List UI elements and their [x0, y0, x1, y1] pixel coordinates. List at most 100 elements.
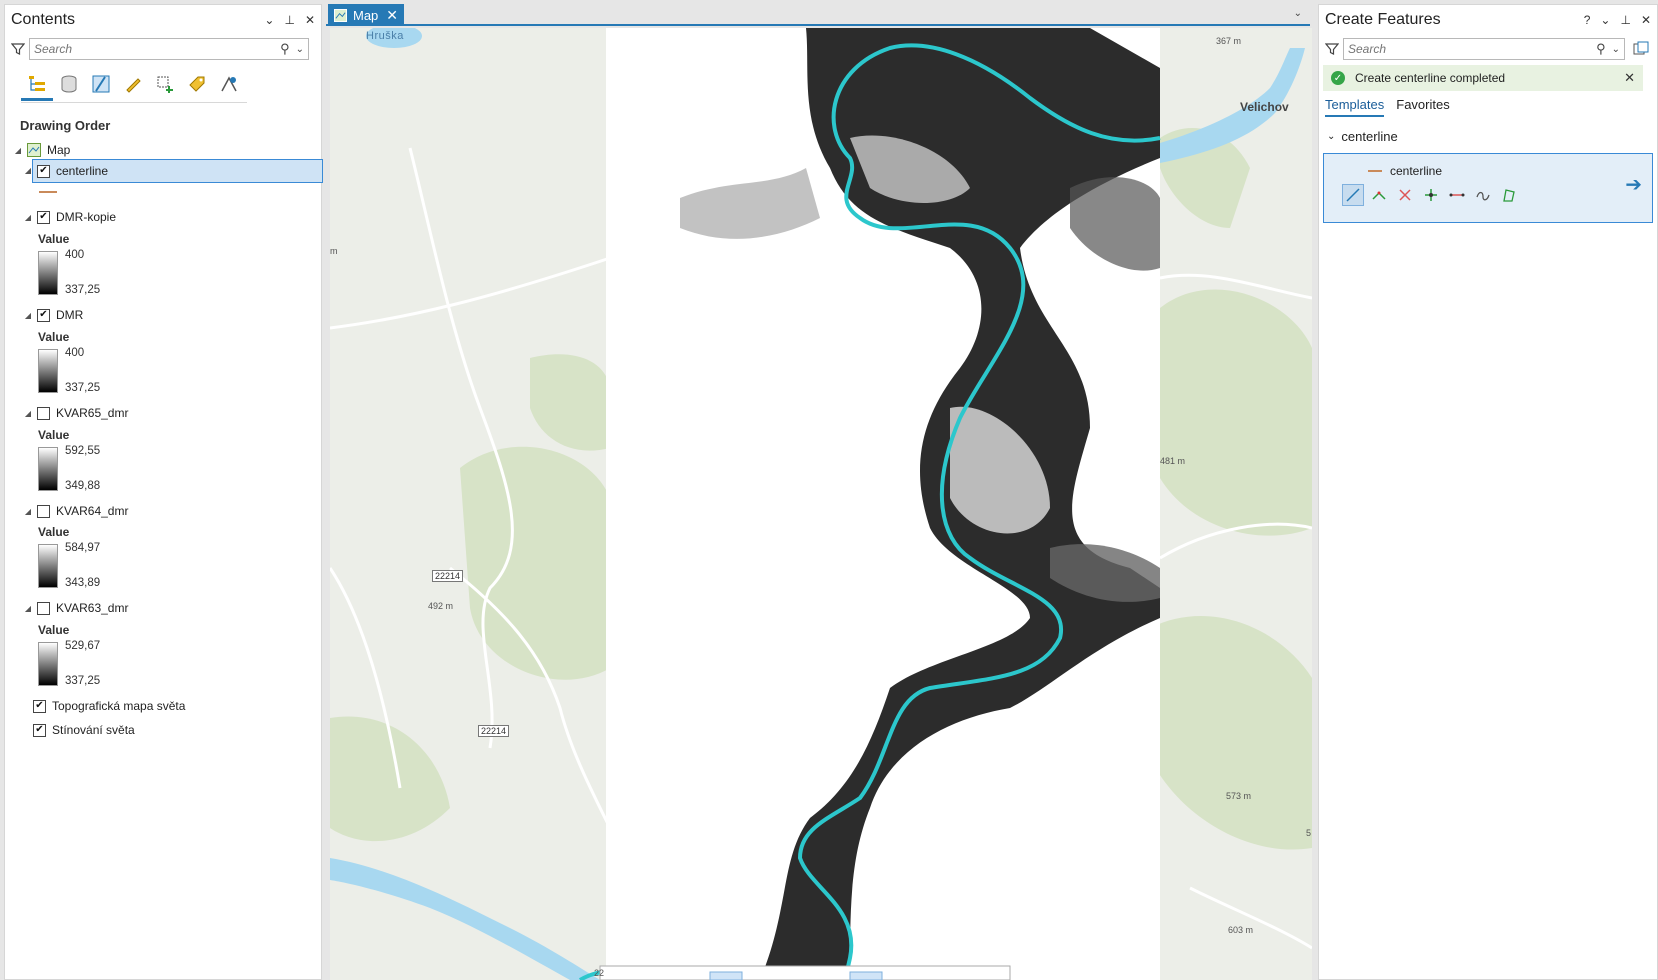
create-features-search-row: ⚲ ⌄ — [1324, 38, 1649, 60]
endpoint-arc-icon[interactable] — [1446, 184, 1468, 206]
tab-map-label: Map — [353, 7, 379, 23]
layer-row-kvar64[interactable]: ◢ KVAR64_dmr — [23, 500, 129, 522]
close-icon[interactable]: ✕ — [386, 7, 398, 24]
label-edge-22: 22 — [594, 968, 605, 978]
layer-visibility-checkbox[interactable] — [37, 601, 50, 615]
contents-close-button[interactable]: ✕ — [305, 13, 315, 27]
collapse-arrow-icon[interactable]: ◢ — [23, 507, 33, 516]
layer-name: Topografická mapa světa — [52, 699, 186, 713]
map-view[interactable]: Hruška Velichov 367 m 481 m 492 m 573 m … — [330, 28, 1312, 980]
tab-templates[interactable]: Templates — [1325, 97, 1385, 117]
layer-visibility-checkbox[interactable]: ✔ — [37, 308, 50, 322]
template-name-row: centerline — [1368, 164, 1442, 178]
layer-row-topographic[interactable]: ✔ Topografická mapa světa — [33, 695, 185, 717]
template-card-centerline[interactable]: centerline ➔ — [1323, 153, 1653, 223]
layer-name: KVAR65_dmr — [56, 406, 129, 420]
map-name: Map — [47, 143, 71, 157]
label-velichov: Velichov — [1240, 100, 1289, 114]
layer-visibility-checkbox[interactable]: ✔ — [33, 723, 46, 737]
ramp-high-value: 400 — [65, 347, 85, 359]
direction-distance-icon[interactable] — [1394, 184, 1416, 206]
create-features-search-box[interactable]: ⚲ ⌄ — [1343, 38, 1625, 60]
collapse-arrow-icon[interactable]: ◢ — [13, 146, 23, 155]
search-icon[interactable]: ⚲ — [280, 41, 290, 57]
ramp-high-value: 592,55 — [65, 445, 101, 457]
drawing-order-heading: Drawing Order — [20, 118, 111, 133]
color-ramp — [38, 544, 58, 588]
contents-search-input[interactable] — [34, 42, 277, 56]
label-elevation-367: 367 m — [1216, 36, 1242, 46]
search-icon[interactable]: ⚲ — [1596, 41, 1606, 57]
list-by-labeling-icon[interactable] — [185, 71, 209, 97]
list-by-editing-icon[interactable] — [121, 71, 145, 97]
map-node[interactable]: ◢ Map — [13, 139, 70, 161]
list-by-selection-icon[interactable] — [89, 71, 113, 97]
layer-row-hillshade[interactable]: ✔ Stínování světa — [33, 719, 135, 741]
ramp-high-value: 529,67 — [65, 640, 101, 652]
layer-row-kvar63[interactable]: ◢ KVAR63_dmr — [23, 597, 129, 619]
collapse-arrow-icon[interactable]: ◢ — [23, 409, 33, 418]
template-group-header[interactable]: ⌄ centerline — [1327, 129, 1398, 144]
contents-toolbar — [21, 71, 241, 101]
map-footer-control — [599, 965, 1011, 980]
create-features-close-button[interactable]: ✕ — [1641, 13, 1651, 27]
manage-templates-icon[interactable] — [1633, 41, 1649, 57]
help-button[interactable]: ? — [1584, 13, 1591, 27]
layer-visibility-checkbox[interactable] — [37, 504, 50, 518]
search-options-dropdown-icon[interactable]: ⌄ — [1612, 44, 1620, 55]
layer-row-dmr-kopie[interactable]: ◢ ✔ DMR-kopie — [23, 206, 116, 228]
label-elevation-492: 492 m — [428, 601, 454, 611]
trace-icon[interactable] — [1472, 184, 1494, 206]
layer-centerline-selected[interactable]: ✔ centerline — [32, 159, 323, 183]
tab-favorites[interactable]: Favorites — [1396, 97, 1449, 117]
search-options-dropdown-icon[interactable]: ⌄ — [296, 44, 304, 55]
collapse-arrow-icon[interactable]: ◢ — [23, 604, 33, 613]
right-angle-line-icon[interactable] — [1368, 184, 1390, 206]
line-tool-icon[interactable] — [1342, 184, 1364, 206]
list-by-drawing-order-icon[interactable] — [21, 71, 53, 101]
filter-icon[interactable] — [1324, 42, 1340, 56]
layer-row-centerline[interactable]: ◢ — [13, 159, 33, 181]
layer-visibility-checkbox[interactable]: ✔ — [37, 210, 50, 224]
label-edge-5: 5 — [1306, 828, 1312, 838]
chevron-down-icon[interactable]: ⌄ — [1294, 8, 1302, 19]
contents-search-box[interactable]: ⚲ ⌄ — [29, 38, 309, 60]
layer-visibility-checkbox[interactable]: ✔ — [37, 164, 50, 178]
collapse-arrow-icon[interactable]: ◢ — [23, 311, 33, 320]
contents-pin-button[interactable]: ⊥ — [284, 13, 294, 27]
map-icon — [27, 143, 41, 157]
layer-name: KVAR64_dmr — [56, 504, 129, 518]
road-shield-22214: 22214 — [432, 570, 464, 582]
legend-value-label: Value — [38, 525, 70, 539]
create-features-search-input[interactable] — [1348, 42, 1593, 56]
tab-map[interactable]: Map ✕ — [328, 4, 404, 26]
ramp-low-value: 337,25 — [65, 382, 101, 394]
template-group-name: centerline — [1341, 129, 1398, 144]
filter-icon[interactable] — [10, 42, 26, 56]
legend-value-label: Value — [38, 330, 70, 344]
midpoint-icon[interactable] — [1420, 184, 1442, 206]
color-ramp — [38, 447, 58, 491]
create-features-menu-button[interactable]: ⌄ — [1600, 13, 1610, 27]
check-circle-icon: ✓ — [1331, 71, 1345, 85]
create-features-pin-button[interactable]: ⊥ — [1620, 13, 1630, 27]
list-by-perspective-icon[interactable] — [217, 71, 241, 97]
template-tools — [1342, 184, 1520, 206]
layer-visibility-checkbox[interactable] — [37, 406, 50, 420]
toolbar-divider — [21, 102, 247, 103]
stream-icon[interactable] — [1498, 184, 1520, 206]
collapse-arrow-icon[interactable]: ◢ — [23, 213, 33, 222]
ramp-high-value: 584,97 — [65, 542, 101, 554]
layer-row-dmr[interactable]: ◢ ✔ DMR — [23, 304, 83, 326]
layer-row-kvar65[interactable]: ◢ KVAR65_dmr — [23, 402, 129, 424]
arrow-right-icon[interactable]: ➔ — [1625, 172, 1642, 197]
map-canvas[interactable] — [330, 28, 1312, 980]
layer-name: Stínování světa — [52, 723, 135, 737]
dismiss-status-button[interactable]: ✕ — [1624, 70, 1635, 86]
ramp-low-value: 349,88 — [65, 480, 101, 492]
list-by-source-icon[interactable] — [57, 71, 81, 97]
chevron-down-icon[interactable]: ⌄ — [1327, 131, 1335, 142]
layer-visibility-checkbox[interactable]: ✔ — [33, 699, 46, 713]
contents-menu-button[interactable]: ⌄ — [264, 13, 274, 27]
list-by-snapping-icon[interactable] — [153, 71, 177, 97]
